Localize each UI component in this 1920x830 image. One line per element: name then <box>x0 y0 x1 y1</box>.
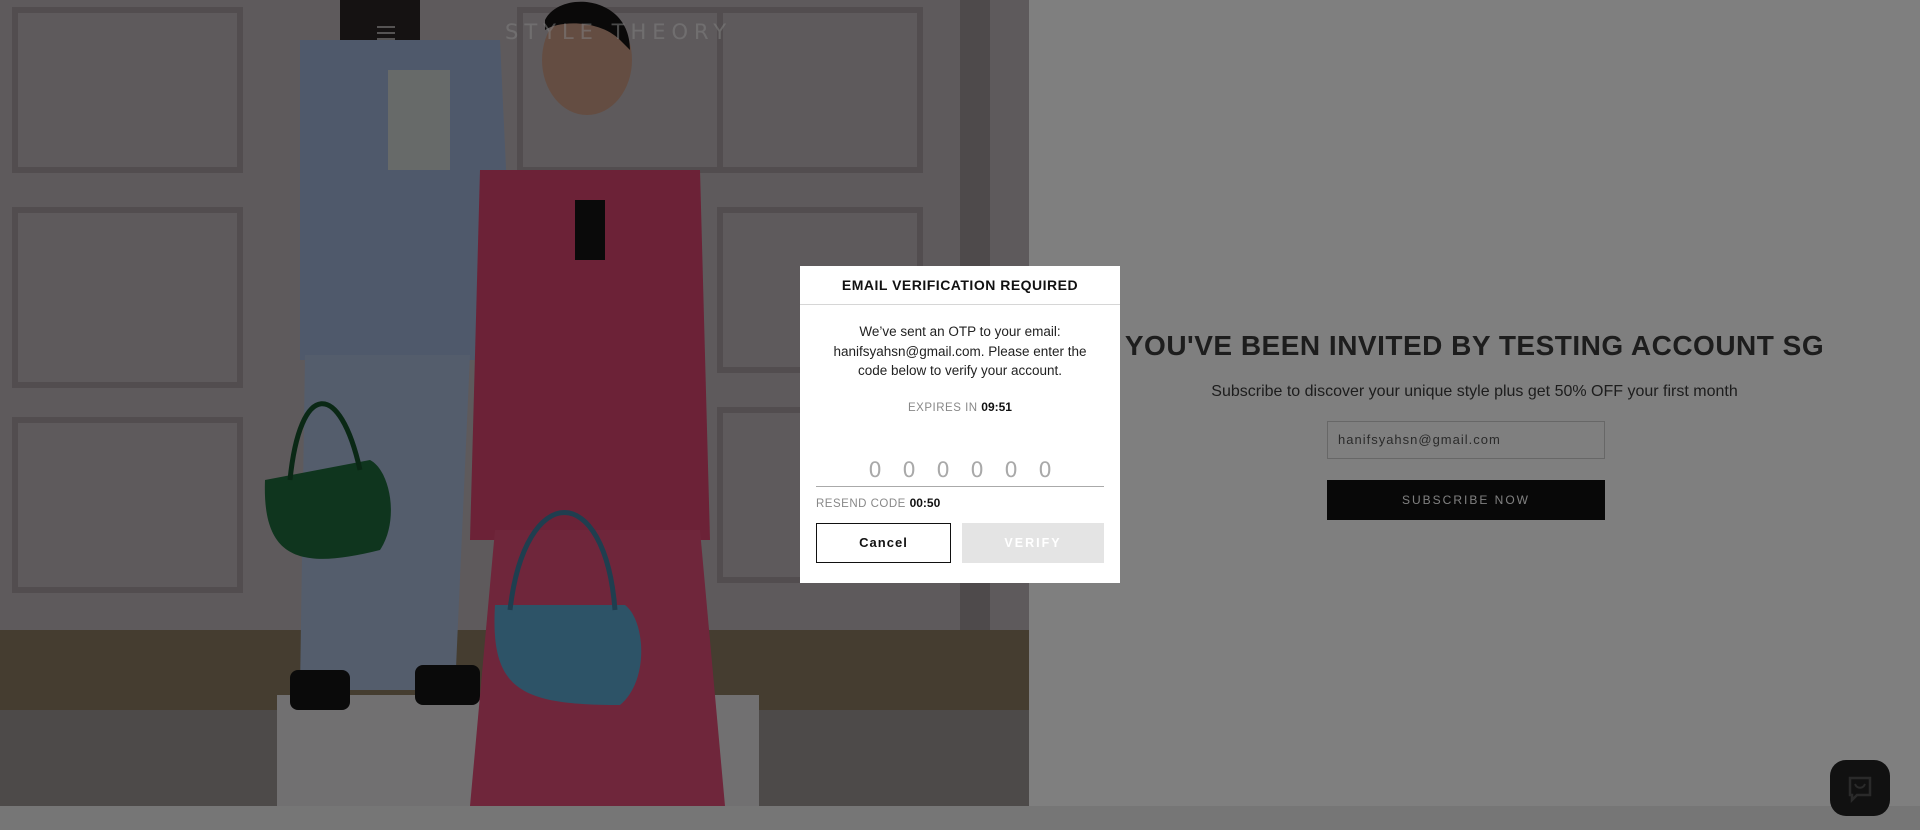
otp-digit[interactable]: 0 <box>1001 458 1021 486</box>
modal-message: We’ve sent an OTP to your email: hanifsy… <box>833 324 1087 378</box>
expires-time: 09:51 <box>981 399 1012 414</box>
otp-input[interactable]: 0 0 0 0 0 0 <box>816 454 1104 487</box>
verify-button[interactable]: VERIFY <box>962 523 1104 563</box>
chat-button[interactable] <box>1830 760 1890 816</box>
resend-time: 00:50 <box>909 496 941 510</box>
otp-digit[interactable]: 0 <box>1035 458 1055 486</box>
email-verification-modal: EMAIL VERIFICATION REQUIRED We’ve sent a… <box>800 266 1120 583</box>
otp-digit[interactable]: 0 <box>899 458 919 486</box>
expires-timer: EXPIRES IN 09:51 <box>800 400 1120 414</box>
resend-label: RESEND CODE <box>816 498 906 510</box>
otp-digit[interactable]: 0 <box>865 458 885 486</box>
otp-digit[interactable]: 0 <box>967 458 987 486</box>
modal-title: EMAIL VERIFICATION REQUIRED <box>800 266 1120 305</box>
chat-bubble-icon <box>1848 776 1872 803</box>
otp-digit[interactable]: 0 <box>933 458 953 486</box>
resend-code: RESEND CODE 00:50 <box>816 496 940 510</box>
cancel-button[interactable]: Cancel <box>816 523 951 563</box>
expires-label: EXPIRES IN <box>908 401 978 414</box>
